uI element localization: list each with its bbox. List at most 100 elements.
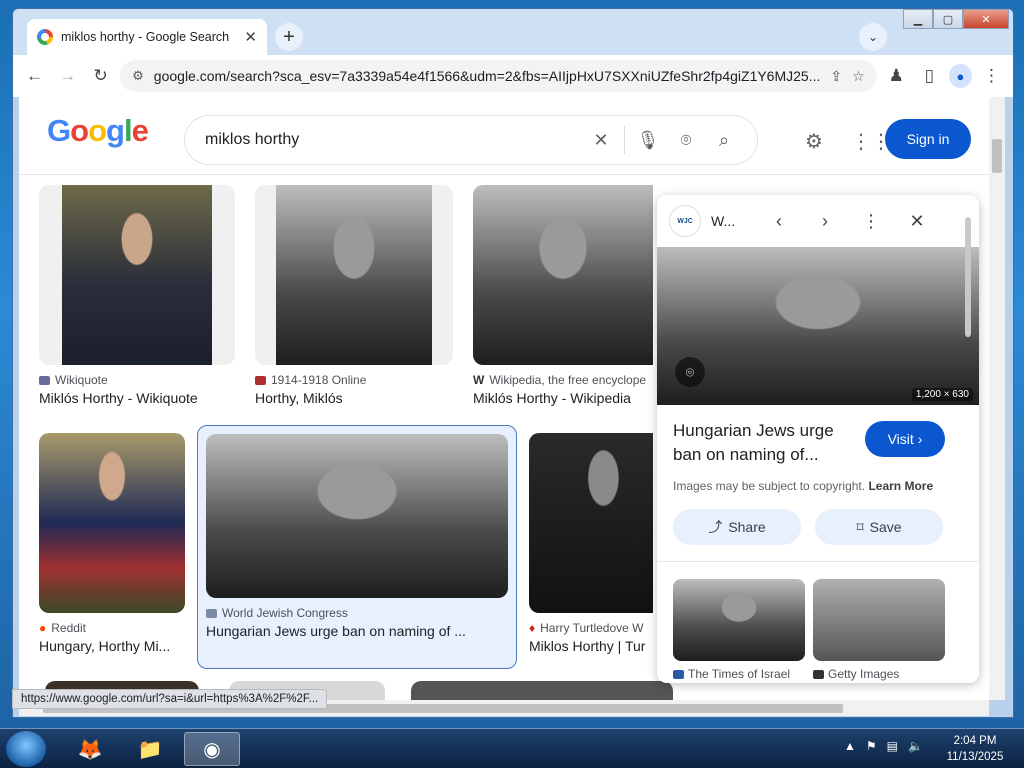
related-source[interactable]: The Times of Israel xyxy=(673,667,805,681)
chrome-taskbar-icon[interactable]: ◉ xyxy=(184,732,240,766)
status-bar-url: https://www.google.com/url?sa=i&url=http… xyxy=(12,689,328,709)
result-title[interactable]: Hungary, Horthy Mi... xyxy=(39,638,185,654)
result-image[interactable] xyxy=(39,185,235,365)
result-card[interactable]: 1914-1918 Online Horthy, Miklós xyxy=(255,185,453,406)
result-image[interactable] xyxy=(529,433,653,613)
search-results-page: Google miklos horthy ✕ 🎙 ⌾ ⌕ ⚙ ⋮⋮ Sign i… xyxy=(19,97,989,700)
related-source[interactable]: Getty Images xyxy=(813,667,945,681)
profile-avatar-icon[interactable]: ● xyxy=(948,64,972,88)
app-icon-taskbar[interactable]: 🦊 xyxy=(62,732,118,766)
network-icon[interactable]: ▤ xyxy=(887,739,898,753)
search-input[interactable]: miklos horthy xyxy=(205,131,582,149)
result-title[interactable]: Miklós Horthy - Wikipedia xyxy=(473,390,653,406)
logo-letter: l xyxy=(123,113,133,148)
related-image-thumb[interactable] xyxy=(813,579,945,661)
panel-title[interactable]: Hungarian Jews urge ban on naming of... xyxy=(673,419,855,467)
result-image[interactable] xyxy=(206,434,508,598)
sign-in-button[interactable]: Sign in xyxy=(885,119,971,159)
wjc-favicon-icon xyxy=(206,608,217,618)
panel-scrollbar-thumb[interactable] xyxy=(965,217,971,337)
start-button[interactable] xyxy=(6,731,46,767)
related-image[interactable]: The Times of Israel xyxy=(673,579,805,681)
panel-image[interactable]: ⌾ 1,200 × 630 xyxy=(657,247,979,405)
result-title[interactable]: Horthy, Miklós xyxy=(255,390,453,406)
file-explorer-icon[interactable]: 📁 xyxy=(122,732,178,766)
next-image-icon[interactable]: › xyxy=(807,211,843,232)
result-card[interactable]: W Wikipedia, the free encyclope Miklós Ho… xyxy=(473,185,653,406)
result-card[interactable]: Wikiquote Miklós Horthy - Wikiquote xyxy=(39,185,235,406)
result-card-selected[interactable]: World Jewish Congress Hungarian Jews urg… xyxy=(197,425,517,669)
logo-letter: o xyxy=(70,113,89,148)
previous-image-icon[interactable]: ‹ xyxy=(761,211,797,232)
site-info-icon[interactable]: ⚙ xyxy=(132,68,144,84)
clock-time: 2:04 PM xyxy=(953,735,997,747)
related-image[interactable]: Getty Images xyxy=(813,579,945,681)
reload-button[interactable]: ↻ xyxy=(87,62,114,90)
search-icon[interactable]: ⌕ xyxy=(705,130,743,151)
result-source[interactable]: W Wikipedia, the free encyclope xyxy=(473,373,653,387)
result-source[interactable]: World Jewish Congress xyxy=(206,606,508,620)
wikiquote-favicon-icon xyxy=(39,375,50,385)
result-card[interactable]: ● Reddit Hungary, Horthy Mi... xyxy=(39,433,185,654)
save-button[interactable]: ⌑ Save xyxy=(815,509,943,545)
share-button[interactable]: ⤴ Share xyxy=(673,509,801,545)
back-button[interactable]: ← xyxy=(21,62,48,90)
settings-gear-icon[interactable]: ⚙ xyxy=(805,129,823,154)
bookmark-star-icon[interactable]: ☆ xyxy=(852,68,865,85)
forward-button[interactable]: → xyxy=(54,62,81,90)
related-source-text: Getty Images xyxy=(828,667,900,681)
google-favicon-icon xyxy=(37,29,53,45)
result-image[interactable] xyxy=(39,433,185,613)
menu-icon[interactable]: ⋮ xyxy=(978,62,1005,90)
result-source[interactable]: ● Reddit xyxy=(39,621,185,635)
voice-search-icon[interactable]: 🎙 xyxy=(629,130,667,151)
taskbar-clock[interactable]: 2:04 PM 11/13/2025 xyxy=(940,733,1010,765)
lens-icon[interactable]: ⌾ xyxy=(675,357,705,387)
extensions-icon[interactable]: ♟ xyxy=(883,62,910,90)
action-center-flag-icon[interactable]: ⚑ xyxy=(866,739,877,753)
result-image[interactable] xyxy=(473,185,653,365)
related-image-thumb[interactable] xyxy=(673,579,805,661)
visit-button[interactable]: Visit › xyxy=(865,421,945,457)
panel-site-name[interactable]: W... xyxy=(711,213,751,229)
side-panel-icon[interactable]: ▯ xyxy=(916,62,943,90)
related-source-text: The Times of Israel xyxy=(688,667,791,681)
google-logo[interactable]: Google xyxy=(47,113,149,149)
vertical-scrollbar-thumb[interactable] xyxy=(992,139,1002,173)
panel-divider xyxy=(657,561,979,562)
search-box[interactable]: miklos horthy ✕ 🎙 ⌾ ⌕ xyxy=(184,115,758,165)
result-card[interactable]: ♦ Harry Turtledove W Miklos Horthy | Tur xyxy=(529,433,653,654)
more-options-icon[interactable]: ⋮ xyxy=(853,211,889,232)
windows-taskbar: 🦊 📁 ◉ ▲ ⚑ ▤ 🔈 2:04 PM 11/13/2025 xyxy=(0,728,1024,768)
result-source-text: Harry Turtledove W xyxy=(540,621,644,635)
page-vertical-scrollbar[interactable] xyxy=(989,97,1005,700)
clear-search-icon[interactable]: ✕ xyxy=(582,130,620,151)
panel-scrollbar[interactable] xyxy=(963,205,973,683)
share-page-icon[interactable]: ⇪ xyxy=(830,68,842,85)
learn-more-link[interactable]: Learn More xyxy=(868,479,933,493)
result-title[interactable]: Miklos Horthy | Tur xyxy=(529,638,653,654)
tab-search-button[interactable]: ⌄ xyxy=(859,23,887,51)
result-image[interactable] xyxy=(255,185,453,365)
address-bar[interactable]: ⚙ google.com/search?sca_esv=7a3339a54e4f… xyxy=(120,60,877,92)
result-image[interactable] xyxy=(411,681,673,700)
search-divider xyxy=(624,126,625,154)
result-source[interactable]: Wikiquote xyxy=(39,373,235,387)
new-tab-button[interactable]: + xyxy=(275,23,303,51)
close-panel-icon[interactable]: ✕ xyxy=(899,211,935,232)
show-hidden-icons-icon[interactable]: ▲ xyxy=(844,739,856,753)
result-source[interactable]: 1914-1918 Online xyxy=(255,373,453,387)
tab-google-search[interactable]: miklos horthy - Google Search ✕ xyxy=(27,19,267,55)
result-title[interactable]: Hungarian Jews urge ban on naming of ... xyxy=(206,623,508,639)
close-tab-icon[interactable]: ✕ xyxy=(244,28,257,46)
wikipedia-favicon-icon: W xyxy=(473,373,485,387)
save-label: Save xyxy=(869,519,902,535)
minimize-button[interactable]: ▁ xyxy=(903,9,933,29)
maximize-button[interactable]: ▢ xyxy=(933,9,963,29)
lens-search-icon[interactable]: ⌾ xyxy=(667,130,705,151)
result-title[interactable]: Miklós Horthy - Wikiquote xyxy=(39,390,235,406)
volume-icon[interactable]: 🔈 xyxy=(908,739,923,753)
window-close-button[interactable]: ✕ xyxy=(963,9,1009,29)
result-card[interactable] xyxy=(411,681,673,700)
result-source[interactable]: ♦ Harry Turtledove W xyxy=(529,621,653,635)
